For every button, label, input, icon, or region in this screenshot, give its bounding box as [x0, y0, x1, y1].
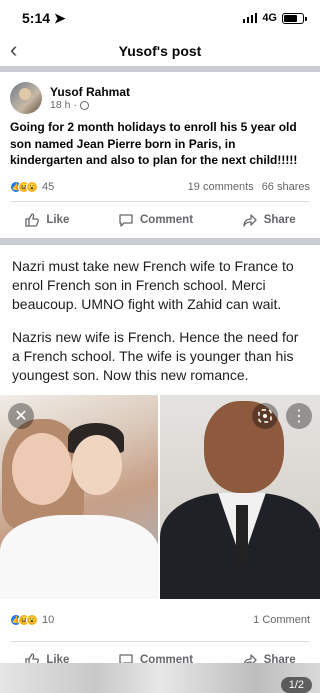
reactions-row: 👍 😆 😮 45 19 comments 66 shares [10, 173, 310, 201]
page-title: Yusof's post [118, 43, 202, 59]
shared-comment: Nazri must take new French wife to Franc… [0, 245, 320, 385]
status-time: 5:14 ➤ [22, 10, 66, 27]
wow-reaction-icon: 😮 [26, 180, 38, 193]
location-arrow-icon: ➤ [53, 9, 66, 26]
avatar[interactable] [10, 82, 42, 114]
network-label: 4G [262, 12, 277, 24]
post-text: Going for 2 month holidays to enroll his… [10, 120, 298, 167]
more-options-icon[interactable]: ⋮ [286, 402, 312, 429]
like-button[interactable]: Like [24, 212, 69, 228]
comment-comments-count[interactable]: 1 Comment [253, 614, 310, 626]
comment-reaction-count: 10 [42, 613, 55, 626]
share-label: Share [263, 213, 296, 226]
comment-text-2: Nazris new wife is French. Hence the nee… [12, 328, 299, 383]
post-time[interactable]: 18 h [50, 99, 70, 111]
comment-text-1: Nazri must take new French wife to Franc… [12, 257, 294, 312]
status-bar: 5:14 ➤ 4G [0, 0, 320, 36]
battery-icon [282, 12, 307, 24]
globe-icon [79, 100, 89, 110]
nav-header: ‹ Yusof's post [0, 36, 320, 66]
like-label: Like [46, 213, 70, 226]
like-icon [25, 212, 40, 227]
status-right: 4G [242, 12, 307, 24]
post: Yusof Rahmat 18 h · Going for 2 month ho… [0, 72, 320, 201]
reaction-count: 45 [42, 180, 55, 193]
comment-reaction-summary[interactable]: 👍 😆 😮 10 [10, 613, 55, 626]
back-button[interactable]: ‹ [10, 39, 17, 61]
comment-image[interactable]: ✕ ⋮ [0, 394, 320, 599]
close-icon[interactable]: ✕ [8, 402, 34, 429]
comment-button[interactable]: Comment [118, 212, 193, 228]
post-meta: 18 h · [50, 99, 130, 111]
comment-icon [119, 213, 133, 227]
post-divider [0, 237, 320, 245]
share-icon [243, 213, 257, 227]
time-text: 5:14 [22, 9, 51, 26]
share-button[interactable]: Share [242, 212, 296, 228]
signal-icon [242, 13, 258, 23]
comments-count[interactable]: 19 comments [188, 181, 254, 193]
post-header: Yusof Rahmat 18 h · [10, 82, 310, 114]
reaction-summary[interactable]: 👍 😆 😮 45 [10, 180, 55, 193]
page-indicator: 1/2 [280, 677, 312, 693]
next-post-preview[interactable]: 1/2 [0, 663, 320, 693]
shares-count[interactable]: 66 shares [262, 181, 310, 193]
post-actions: Like Comment Share [0, 202, 320, 238]
wow-reaction-icon: 😮 [26, 613, 38, 626]
comment-label: Comment [140, 213, 194, 226]
comment-reactions-row: 👍 😆 😮 10 1 Comment [0, 599, 320, 641]
engagement-counts: 19 comments 66 shares [188, 181, 310, 193]
lens-search-icon[interactable] [252, 402, 278, 429]
author-name[interactable]: Yusof Rahmat [50, 85, 130, 99]
